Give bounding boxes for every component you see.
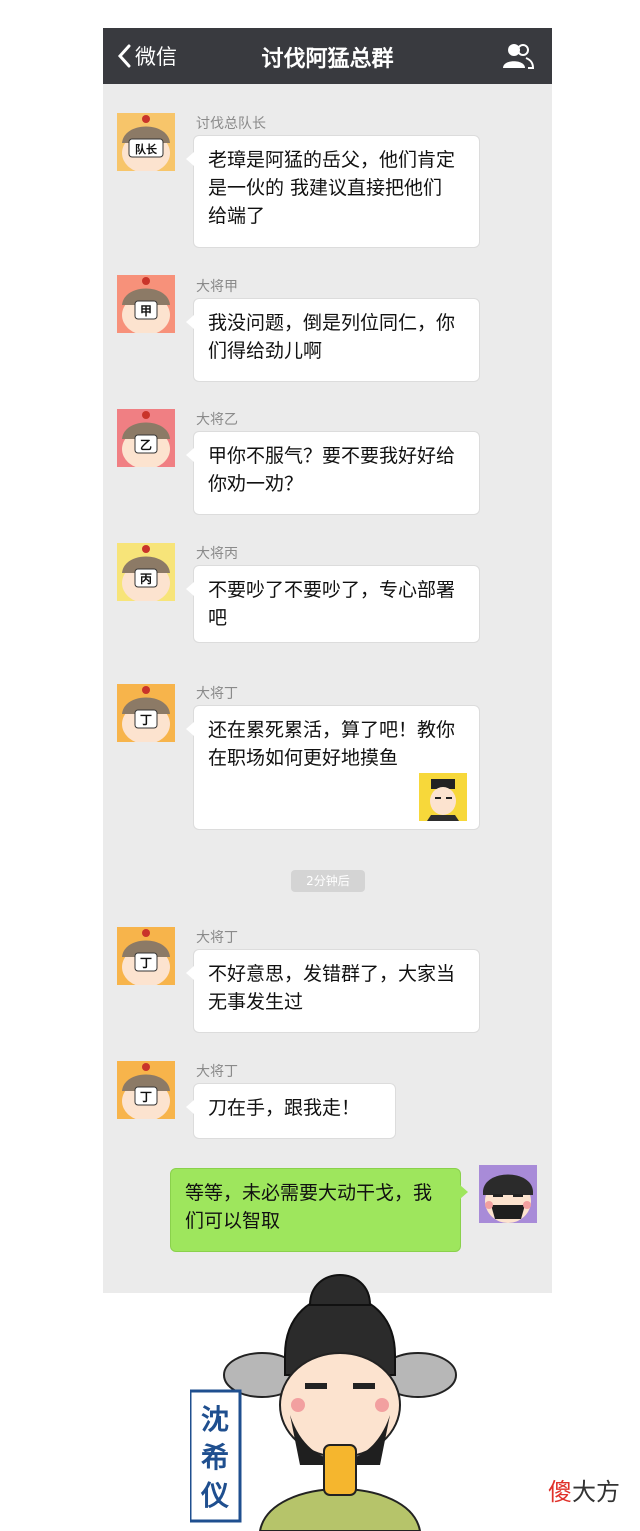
avatar[interactable]: 乙 (117, 409, 175, 467)
sender-name: 讨伐总队长 (196, 116, 266, 132)
message-bubble[interactable]: 老璋是阿猛的岳父，他们肯定 是一伙的 我建议直接把他们 给端了 (186, 135, 480, 248)
watermark-first: 傻 (548, 1478, 572, 1506)
character-name-char: 希 (201, 1441, 229, 1474)
sender-name: 大将丁 (196, 686, 238, 702)
sender-name: 大将丁 (196, 930, 238, 946)
title-bar: 微信 讨伐阿猛总群 (103, 28, 552, 84)
avatar-label: 甲 (140, 304, 152, 318)
group-members-icon[interactable] (502, 42, 534, 70)
sender-name: 大将乙 (196, 412, 238, 428)
message-bubble[interactable]: 刀在手，跟我走！ (186, 1083, 396, 1139)
message-line: 不好意思，发错群了，大家当 (208, 963, 456, 985)
helmet-avatar-icon: 丁 (117, 1061, 175, 1119)
message-line: 无事发生过 (208, 991, 304, 1013)
chat-title: 讨伐阿猛总群 (261, 47, 394, 72)
message-line: 你劝一劝？ (208, 473, 304, 495)
character-name-char: 沈 (201, 1403, 229, 1436)
message-line: 刀在手，跟我走！ (208, 1097, 361, 1119)
my-avatar[interactable] (479, 1165, 537, 1223)
helmet-avatar-icon: 丙 (117, 543, 175, 601)
message-bubble[interactable]: 还在累死累活，算了吧！教你 在职场如何更好地摸鱼 (186, 705, 480, 830)
message-line: 吧 (208, 607, 228, 629)
avatar[interactable]: 丁 (117, 684, 175, 742)
avatar-label: 丁 (140, 1090, 152, 1104)
message-line: 不要吵了不要吵了，专心部署 (208, 579, 456, 601)
message-line: 老璋是阿猛的岳父，他们肯定 (208, 149, 456, 171)
message-line: 给端了 (208, 205, 266, 227)
sender-name: 大将丙 (196, 546, 238, 562)
message-line: 是一伙的 我建议直接把他们 (208, 177, 443, 199)
avatar-label: 队长 (135, 142, 158, 156)
message-line: 还在累死累活，算了吧！教你 (208, 719, 456, 741)
avatar-label: 丁 (140, 956, 152, 970)
helmet-avatar-icon: 乙 (117, 409, 175, 467)
chat-window: 微信 讨伐阿猛总群 队长 讨伐总队长 老璋是阿猛的岳父，他们肯定 是一伙的 我建… (103, 28, 552, 1293)
watermark: 傻大方 (548, 1472, 620, 1507)
message-bubble[interactable]: 不要吵了不要吵了，专心部署 吧 (186, 565, 480, 643)
avatar-label: 乙 (140, 438, 152, 452)
message-line: 甲你不服气？要不要我好好给 (208, 445, 456, 467)
sender-name: 大将丁 (196, 1064, 238, 1080)
official-character-illustration: 沈 希 仪 (190, 1274, 457, 1531)
message-line: 们可以智取 (185, 1210, 281, 1232)
message-bubble[interactable]: 不好意思，发错群了，大家当 无事发生过 (186, 949, 480, 1033)
character-name-char: 仪 (200, 1479, 230, 1512)
time-divider: 2分钟后 (291, 870, 365, 892)
message-line: 我没问题，倒是列位同仁，你 (208, 312, 456, 334)
watermark-rest: 大方 (572, 1478, 620, 1506)
masked-official-avatar-icon (479, 1165, 537, 1223)
avatar-label: 丁 (140, 713, 152, 727)
avatar[interactable]: 丁 (117, 927, 175, 985)
my-message-bubble[interactable]: 等等，未必需要大动干戈，我 们可以智取 (170, 1168, 468, 1252)
message-bubble[interactable]: 我没问题，倒是列位同仁，你 们得给劲儿啊 (186, 298, 480, 382)
message-line: 在职场如何更好地摸鱼 (208, 747, 399, 769)
avatar[interactable]: 甲 (117, 275, 175, 333)
message-line: 们得给劲儿啊 (208, 340, 323, 362)
avatar-label: 丙 (140, 572, 152, 586)
helmet-avatar-icon: 队长 (117, 113, 175, 171)
official-sticker-icon (419, 773, 467, 821)
helmet-avatar-icon: 丁 (117, 927, 175, 985)
avatar[interactable]: 队长 (117, 113, 175, 171)
message-bubble[interactable]: 甲你不服气？要不要我好好给 你劝一劝？ (186, 431, 480, 515)
avatar[interactable]: 丁 (117, 1061, 175, 1119)
helmet-avatar-icon: 丁 (117, 684, 175, 742)
message-line: 等等，未必需要大动干戈，我 (185, 1182, 433, 1204)
avatar[interactable]: 丙 (117, 543, 175, 601)
helmet-avatar-icon: 甲 (117, 275, 175, 333)
sender-name: 大将甲 (196, 279, 238, 295)
